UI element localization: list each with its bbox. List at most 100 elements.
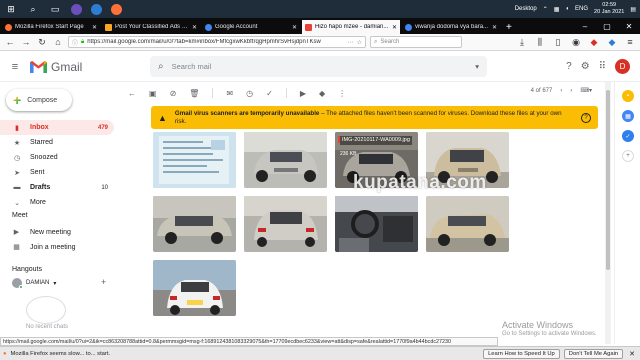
- dont-tell-again-button[interactable]: Don't Tell Me Again: [563, 348, 624, 359]
- attachment-thumbnail[interactable]: [153, 132, 236, 188]
- gmail-logo[interactable]: Gmail: [30, 60, 120, 74]
- main-menu-icon[interactable]: ≡: [0, 61, 30, 73]
- attachment-thumbnail[interactable]: [426, 196, 509, 252]
- attachment-thumbnail[interactable]: [153, 260, 236, 316]
- extension-icon[interactable]: ◆: [606, 36, 618, 48]
- attachment-thumbnail[interactable]: [244, 132, 327, 188]
- attachment-thumbnail[interactable]: [153, 196, 236, 252]
- url-bar[interactable]: ⓘ 🔒︎ https://mail.google.com/mail/u/0/?t…: [68, 36, 366, 48]
- join-meeting-link[interactable]: ▦ Join a meeting: [12, 243, 75, 252]
- compose-button[interactable]: + Compose: [6, 89, 72, 111]
- bookmark-star-icon[interactable]: ☆: [357, 39, 362, 46]
- reload-icon[interactable]: ↻: [36, 36, 48, 48]
- tasks-icon[interactable]: ✓: [622, 130, 634, 142]
- attachment-thumbnail[interactable]: [426, 132, 509, 188]
- settings-gear-icon[interactable]: ⚙: [581, 61, 590, 72]
- library-icon[interactable]: ⫼: [534, 36, 546, 48]
- input-tools-icon[interactable]: ⌨▾: [580, 87, 592, 94]
- help-icon[interactable]: ?: [566, 61, 572, 72]
- browser-search-input[interactable]: ⌕ Search: [370, 36, 462, 48]
- account-avatar[interactable]: D: [615, 59, 630, 74]
- close-icon[interactable]: ✕: [492, 24, 497, 31]
- task-view-icon[interactable]: ▭: [44, 0, 66, 18]
- new-tab-button[interactable]: +: [500, 20, 518, 34]
- lock-icon[interactable]: 🔒︎: [81, 39, 84, 46]
- firefox-icon[interactable]: [106, 0, 126, 18]
- clock[interactable]: 02:59 20 Jan 2021: [594, 2, 624, 16]
- download-icon[interactable]: ⤓: [516, 36, 528, 48]
- sidebar-item-snoozed[interactable]: ◷ Snoozed: [0, 150, 114, 165]
- report-spam-icon[interactable]: ⊘: [170, 89, 177, 98]
- apps-grid-icon[interactable]: ⠿: [599, 61, 606, 72]
- sidebar-item-more[interactable]: ⌄ More: [0, 195, 114, 210]
- add-to-tasks-icon[interactable]: ✓: [266, 89, 273, 98]
- notification-icon[interactable]: ▤: [630, 6, 636, 13]
- older-icon[interactable]: ›: [570, 88, 572, 94]
- delete-icon[interactable]: 🗑︎: [189, 89, 199, 98]
- close-icon[interactable]: ✕: [92, 24, 97, 31]
- add-addon-icon[interactable]: +: [622, 150, 634, 162]
- menu-icon[interactable]: ≡: [624, 36, 636, 48]
- archive-icon[interactable]: ▣: [149, 89, 157, 98]
- attachment-thumbnail[interactable]: [335, 196, 418, 252]
- move-to-icon[interactable]: ▶: [300, 89, 306, 98]
- mark-unread-icon[interactable]: ✉: [226, 89, 233, 98]
- app-icon-purple[interactable]: [66, 0, 86, 18]
- label-icon[interactable]: ◆: [319, 89, 325, 98]
- back-icon[interactable]: ←: [4, 36, 16, 48]
- close-icon[interactable]: ✕: [627, 350, 637, 358]
- app-icon-blue[interactable]: [86, 0, 106, 18]
- account-icon[interactable]: ◉: [570, 36, 582, 48]
- network-icon[interactable]: ▦: [554, 6, 560, 13]
- tab-classified-ads[interactable]: Post Your Classified Ads O... ✕: [102, 20, 200, 34]
- newer-icon[interactable]: ‹: [560, 88, 562, 94]
- more-options-icon[interactable]: ⋮: [338, 89, 346, 98]
- search-options-icon[interactable]: ▾: [475, 62, 479, 71]
- info-icon[interactable]: ⓘ: [72, 38, 78, 47]
- tray-chevron-icon[interactable]: ⌃: [543, 6, 548, 13]
- gmail-search-input[interactable]: ⌕ Search mail ▾: [150, 56, 487, 77]
- clock-time: 02:59: [602, 2, 617, 8]
- desktop-label[interactable]: Desktop: [515, 6, 537, 12]
- sidebar-item-drafts[interactable]: ▬ Drafts 10: [0, 180, 114, 195]
- home-icon[interactable]: ⌂: [52, 36, 64, 48]
- sidebar-icon[interactable]: ▯: [552, 36, 564, 48]
- search-icon[interactable]: ⌕: [158, 61, 164, 72]
- window-close-icon[interactable]: ✕: [618, 22, 640, 31]
- close-icon[interactable]: ✕: [192, 24, 197, 31]
- calendar-icon[interactable]: ▦: [622, 110, 634, 122]
- windows-start-icon[interactable]: ⊞: [0, 0, 22, 18]
- tab-firefox-start[interactable]: Mozilla Firefox Start Page ✕: [2, 20, 100, 34]
- language-indicator[interactable]: ENG: [575, 6, 588, 12]
- sidebar-item-starred[interactable]: ★ Starred: [0, 135, 114, 150]
- minimize-icon[interactable]: –: [574, 22, 596, 31]
- chevron-down-icon[interactable]: ▾: [53, 280, 56, 287]
- close-icon[interactable]: ✕: [392, 24, 397, 31]
- sidebar-item-sent[interactable]: ➤ Sent: [0, 165, 114, 180]
- back-to-inbox-icon[interactable]: ←: [128, 89, 136, 98]
- inbox-icon: ▮: [15, 124, 19, 132]
- sidebar-item-inbox[interactable]: ▮ Inbox 479: [0, 120, 114, 135]
- scrollbar-thumb[interactable]: [606, 90, 610, 270]
- scrollbar[interactable]: [605, 82, 611, 344]
- attachment-thumbnail[interactable]: IMG-20210117-WA0009.jpg 236 KB: [335, 132, 418, 188]
- snooze-icon[interactable]: ◷: [246, 89, 253, 98]
- add-chat-button[interactable]: +: [101, 277, 106, 287]
- new-meeting-link[interactable]: ▶ New meeting: [12, 228, 71, 237]
- volume-icon[interactable]: ◖: [565, 6, 569, 12]
- tab-gmail[interactable]: Hizo hapo mzee - damian... ✕: [302, 20, 400, 34]
- search-icon[interactable]: ⌕: [22, 0, 44, 18]
- forward-icon[interactable]: →: [20, 36, 32, 48]
- tab-google-account[interactable]: Google Account ✕: [202, 20, 300, 34]
- shield-icon[interactable]: ◆: [588, 36, 600, 48]
- attachment-thumbnail[interactable]: [244, 196, 327, 252]
- page-actions-icon[interactable]: ⋯: [348, 39, 354, 46]
- learn-speed-up-button[interactable]: Learn How to Speed It Up: [483, 348, 560, 359]
- tab-viwanja[interactable]: viwanja dodoma vya bara... ✕: [402, 20, 500, 34]
- pager-text: 4 of 677: [530, 87, 553, 94]
- close-icon[interactable]: ✕: [292, 24, 297, 31]
- help-icon[interactable]: ?: [581, 112, 591, 123]
- hangouts-user[interactable]: DAMIAN ▾: [12, 278, 56, 289]
- maximize-icon[interactable]: ▢: [596, 22, 618, 31]
- keep-icon[interactable]: ▪: [622, 90, 634, 102]
